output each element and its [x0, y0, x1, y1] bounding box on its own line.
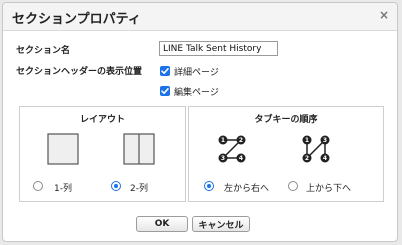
cancel-button[interactable]: キャンセル	[192, 216, 250, 232]
order-step-2: 2	[305, 155, 309, 162]
layout-group-title: レイアウト	[79, 115, 125, 125]
header-display-label: セクションヘッダーの表示位置	[16, 67, 143, 77]
order-step-3: 3	[323, 137, 327, 144]
one-column-label: 1-列	[54, 184, 72, 194]
left-to-right-radio[interactable]	[204, 181, 214, 191]
section-name-input[interactable]	[159, 41, 278, 56]
edit-page-checkbox[interactable]	[160, 86, 170, 96]
order-step-2: 2	[239, 137, 243, 144]
left-to-right-label: 左から右へ	[224, 184, 270, 194]
top-to-bottom-order-icon: 1 2 3 4	[302, 135, 330, 163]
detail-page-label: 詳細ページ	[174, 68, 219, 78]
section-properties-dialog: セクションプロパティ × セクション名 セクションヘッダーの表示位置 詳細ページ…	[2, 2, 398, 242]
tab-order-group: タブキーの順序 1 2 3 4 1 2 3 4 左から右へ 上から下へ	[188, 106, 384, 202]
dialog-titlebar: セクションプロパティ ×	[3, 3, 397, 31]
two-column-label: 2-列	[130, 184, 148, 194]
dialog-title: セクションプロパティ	[12, 12, 141, 27]
ok-button[interactable]: OK	[136, 216, 188, 232]
detail-page-checkbox[interactable]	[160, 66, 170, 76]
layout-group: レイアウト 1-列 2-列	[19, 106, 186, 202]
two-column-icon	[123, 133, 155, 165]
top-to-bottom-radio[interactable]	[288, 181, 298, 191]
two-column-radio[interactable]	[111, 181, 121, 191]
order-step-3: 3	[221, 155, 225, 162]
edit-page-label: 編集ページ	[174, 88, 219, 98]
order-step-1: 1	[221, 137, 225, 144]
one-column-icon	[47, 133, 79, 165]
order-step-4: 4	[323, 155, 327, 162]
checkmark-icon	[161, 88, 169, 94]
tab-order-group-title: タブキーの順序	[254, 115, 318, 125]
close-icon[interactable]: ×	[379, 8, 389, 22]
order-step-1: 1	[305, 137, 309, 144]
order-step-4: 4	[239, 155, 243, 162]
checkmark-icon	[161, 68, 169, 74]
left-to-right-order-icon: 1 2 3 4	[218, 135, 246, 163]
top-to-bottom-label: 上から下へ	[306, 184, 352, 194]
one-column-radio[interactable]	[33, 181, 43, 191]
section-name-label: セクション名	[16, 46, 71, 56]
